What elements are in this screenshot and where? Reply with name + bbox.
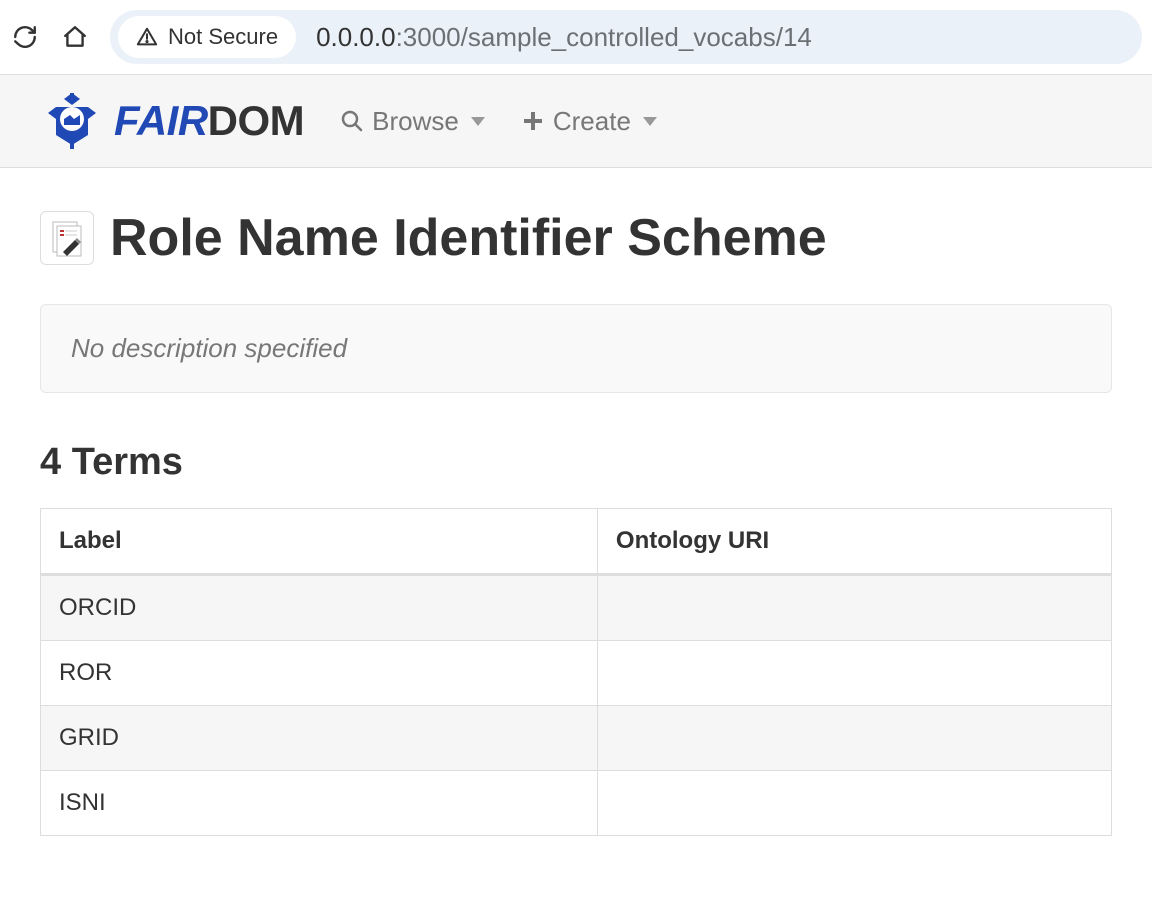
security-status-pill[interactable]: Not Secure: [118, 16, 296, 58]
cell-ontology-uri: [597, 771, 1111, 836]
create-menu[interactable]: Create: [521, 106, 657, 137]
main-content: Role Name Identifier Scheme No descripti…: [0, 168, 1152, 876]
cell-label: ROR: [41, 641, 598, 706]
vocab-icon: [40, 211, 94, 265]
address-bar[interactable]: Not Secure 0.0.0.0:3000/sample_controlle…: [110, 10, 1142, 64]
app-navbar: FAIRDOM Browse Create: [0, 74, 1152, 168]
description-placeholder: No description specified: [71, 333, 347, 363]
browse-label: Browse: [372, 106, 459, 137]
browser-toolbar: Not Secure 0.0.0.0:3000/sample_controlle…: [0, 0, 1152, 74]
chevron-down-icon: [643, 117, 657, 126]
cell-ontology-uri: [597, 575, 1111, 641]
cell-label: GRID: [41, 706, 598, 771]
create-label: Create: [553, 106, 631, 137]
page-title-row: Role Name Identifier Scheme: [40, 208, 1112, 268]
terms-heading: 4 Terms: [40, 441, 1112, 484]
table-row: ISNI: [41, 771, 1112, 836]
table-header-label: Label: [41, 509, 598, 575]
warning-icon: [136, 26, 158, 48]
page-title: Role Name Identifier Scheme: [110, 208, 827, 268]
cell-ontology-uri: [597, 706, 1111, 771]
cell-ontology-uri: [597, 641, 1111, 706]
home-button[interactable]: [60, 22, 90, 52]
table-row: GRID: [41, 706, 1112, 771]
reload-button[interactable]: [10, 22, 40, 52]
table-row: ORCID: [41, 575, 1112, 641]
logo-text: FAIRDOM: [114, 97, 304, 145]
url-host: 0.0.0.0: [316, 22, 396, 52]
brand-logo[interactable]: FAIRDOM: [40, 89, 304, 153]
security-status-label: Not Secure: [168, 24, 278, 50]
url-text: 0.0.0.0:3000/sample_controlled_vocabs/14: [316, 22, 812, 53]
description-panel: No description specified: [40, 304, 1112, 393]
search-icon: [340, 109, 364, 133]
terms-table: Label Ontology URI ORCID ROR GRID ISNI: [40, 508, 1112, 836]
url-path: :3000/sample_controlled_vocabs/14: [396, 22, 812, 52]
logo-icon: [40, 89, 104, 153]
browse-menu[interactable]: Browse: [340, 106, 485, 137]
chevron-down-icon: [471, 117, 485, 126]
plus-icon: [521, 109, 545, 133]
cell-label: ISNI: [41, 771, 598, 836]
table-header-row: Label Ontology URI: [41, 509, 1112, 575]
cell-label: ORCID: [41, 575, 598, 641]
table-header-ontology-uri: Ontology URI: [597, 509, 1111, 575]
table-row: ROR: [41, 641, 1112, 706]
